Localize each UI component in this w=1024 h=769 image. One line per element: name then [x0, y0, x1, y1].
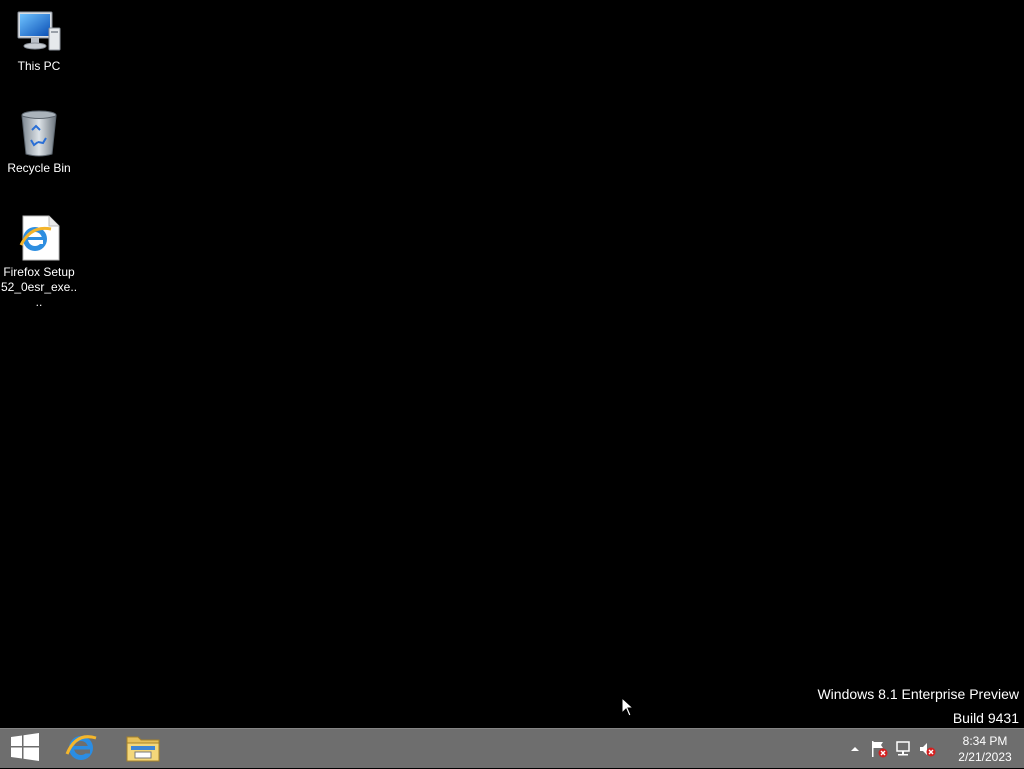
folder-icon	[126, 732, 160, 767]
computer-icon	[15, 8, 63, 56]
internet-explorer-file-icon	[15, 214, 63, 262]
clock-time: 8:34 PM	[962, 734, 1008, 748]
volume-muted-icon[interactable]	[916, 738, 938, 760]
show-hidden-icons-arrow-icon[interactable]	[844, 738, 866, 760]
taskbar-file-explorer-button[interactable]	[120, 729, 166, 769]
taskbar-clock[interactable]: 8:34 PM 2/21/2023	[946, 733, 1024, 765]
desktop-icon-label: This PC	[17, 59, 61, 73]
taskbar: 8:34 PM 2/21/2023	[0, 728, 1024, 768]
mouse-pointer-icon	[621, 696, 635, 717]
desktop-icon-this-pc[interactable]: This PC	[0, 8, 78, 74]
network-icon[interactable]	[892, 738, 914, 760]
action-center-flag-icon[interactable]	[868, 738, 890, 760]
desktop[interactable]: This PC Recycle Bin Firefox Setup 52_0es…	[0, 0, 1024, 728]
desktop-icon-recycle-bin[interactable]: Recycle Bin	[0, 110, 78, 176]
clock-date: 2/21/2023	[958, 750, 1012, 764]
taskbar-internet-explorer-button[interactable]	[58, 729, 104, 769]
recycle-bin-icon	[15, 110, 63, 158]
watermark-build: Build 9431	[952, 710, 1019, 726]
internet-explorer-icon	[64, 730, 98, 769]
system-tray: 8:34 PM 2/21/2023	[844, 729, 1024, 769]
start-button[interactable]	[0, 729, 50, 769]
watermark-edition: Windows 8.1 Enterprise Preview	[817, 686, 1019, 702]
desktop-icon-firefox-setup[interactable]: Firefox Setup 52_0esr_exe....	[0, 214, 78, 310]
desktop-icon-label: Firefox Setup 52_0esr_exe....	[0, 265, 78, 309]
desktop-icon-label: Recycle Bin	[7, 161, 71, 175]
windows-version-watermark: Windows 8.1 Enterprise Preview Build 943…	[817, 682, 1019, 730]
windows-logo-icon	[11, 732, 39, 766]
